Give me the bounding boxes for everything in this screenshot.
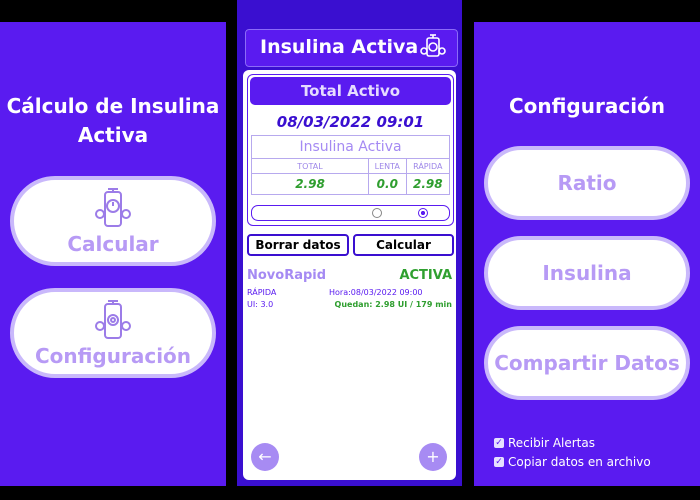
copiar-datos-checkbox[interactable]: ✓ Copiar datos en archivo	[494, 455, 651, 469]
radio-right[interactable]	[418, 208, 428, 218]
radio-left[interactable]	[372, 208, 382, 218]
insulina-button[interactable]: Insulina	[484, 236, 690, 310]
value-total: 2.98	[251, 173, 369, 195]
card-datetime: 08/03/2022 09:01	[276, 113, 425, 131]
add-fab[interactable]: +	[419, 443, 447, 471]
type-selector[interactable]	[251, 205, 450, 221]
ratio-button[interactable]: Ratio	[484, 146, 690, 220]
recibir-alertas-label: Recibir Alertas	[508, 436, 595, 450]
right-title: Configuración	[508, 94, 666, 118]
calcular-button[interactable]: Calcular	[10, 176, 216, 266]
pen-gear-icon	[95, 300, 131, 339]
add-icon: +	[426, 447, 440, 466]
configuracion-label: Configuración	[34, 344, 192, 368]
app-title: Insulina Activa	[260, 36, 419, 58]
app-bar: Insulina Activa	[243, 27, 460, 69]
table-caption: Insulina Activa	[251, 135, 450, 159]
copiar-datos-label: Copiar datos en archivo	[508, 455, 651, 469]
insulin-table: Insulina Activa TOTAL LENTA RÁPIDA 2.98 …	[251, 135, 451, 195]
col-lenta: LENTA	[368, 158, 407, 174]
value-lenta: 0.0	[368, 173, 407, 195]
title-line-2: Activa	[77, 123, 149, 147]
title-line-1: Cálculo de Insulina	[6, 94, 220, 118]
left-screen: Cálculo de Insulina Activa Calcular Conf…	[0, 22, 226, 486]
recibir-alertas-checkbox[interactable]: ✓ Recibir Alertas	[494, 436, 595, 450]
compartir-datos-button[interactable]: Compartir Datos	[484, 326, 690, 400]
calcular-label: Calcular	[67, 232, 159, 256]
entry-remaining: Quedan: 2.98 UI / 179 min	[334, 300, 452, 309]
total-active-card: Total Activo 08/03/2022 09:01 Insulina A…	[247, 74, 454, 226]
insulin-entry[interactable]: NovoRapid ACTIVA RÁPIDA Hora:08/03/2022 …	[247, 264, 452, 324]
card-header: Total Activo	[250, 77, 451, 105]
entry-time: Hora:08/03/2022 09:00	[329, 288, 423, 297]
insulin-pen-icon[interactable]	[418, 32, 448, 62]
col-rapida: RÁPIDA	[405, 158, 451, 174]
value-rapida: 2.98	[405, 173, 451, 195]
content-sheet: Total Activo 08/03/2022 09:01 Insulina A…	[243, 70, 456, 480]
back-fab[interactable]: ←	[251, 443, 279, 471]
entry-type: RÁPIDA	[247, 288, 277, 297]
entry-units: UI: 3.0	[247, 300, 274, 309]
check-icon: ✓	[494, 457, 504, 467]
back-icon: ←	[258, 447, 272, 466]
check-icon: ✓	[494, 438, 504, 448]
calcular-small-button[interactable]: Calcular	[353, 234, 454, 256]
borrar-datos-button[interactable]: Borrar datos	[247, 234, 349, 256]
col-total: TOTAL	[251, 158, 369, 174]
configuracion-button[interactable]: Configuración	[10, 288, 216, 378]
entry-name: NovoRapid	[247, 268, 327, 283]
pen-timer-icon	[95, 188, 131, 227]
entry-status: ACTIVA	[399, 268, 452, 283]
right-screen: Configuración Ratio Insulina Compartir D…	[474, 22, 700, 486]
left-title: Cálculo de Insulina Activa	[0, 92, 226, 150]
center-screen: Insulina Activa Total Activo 08/03/2022 …	[237, 0, 462, 486]
